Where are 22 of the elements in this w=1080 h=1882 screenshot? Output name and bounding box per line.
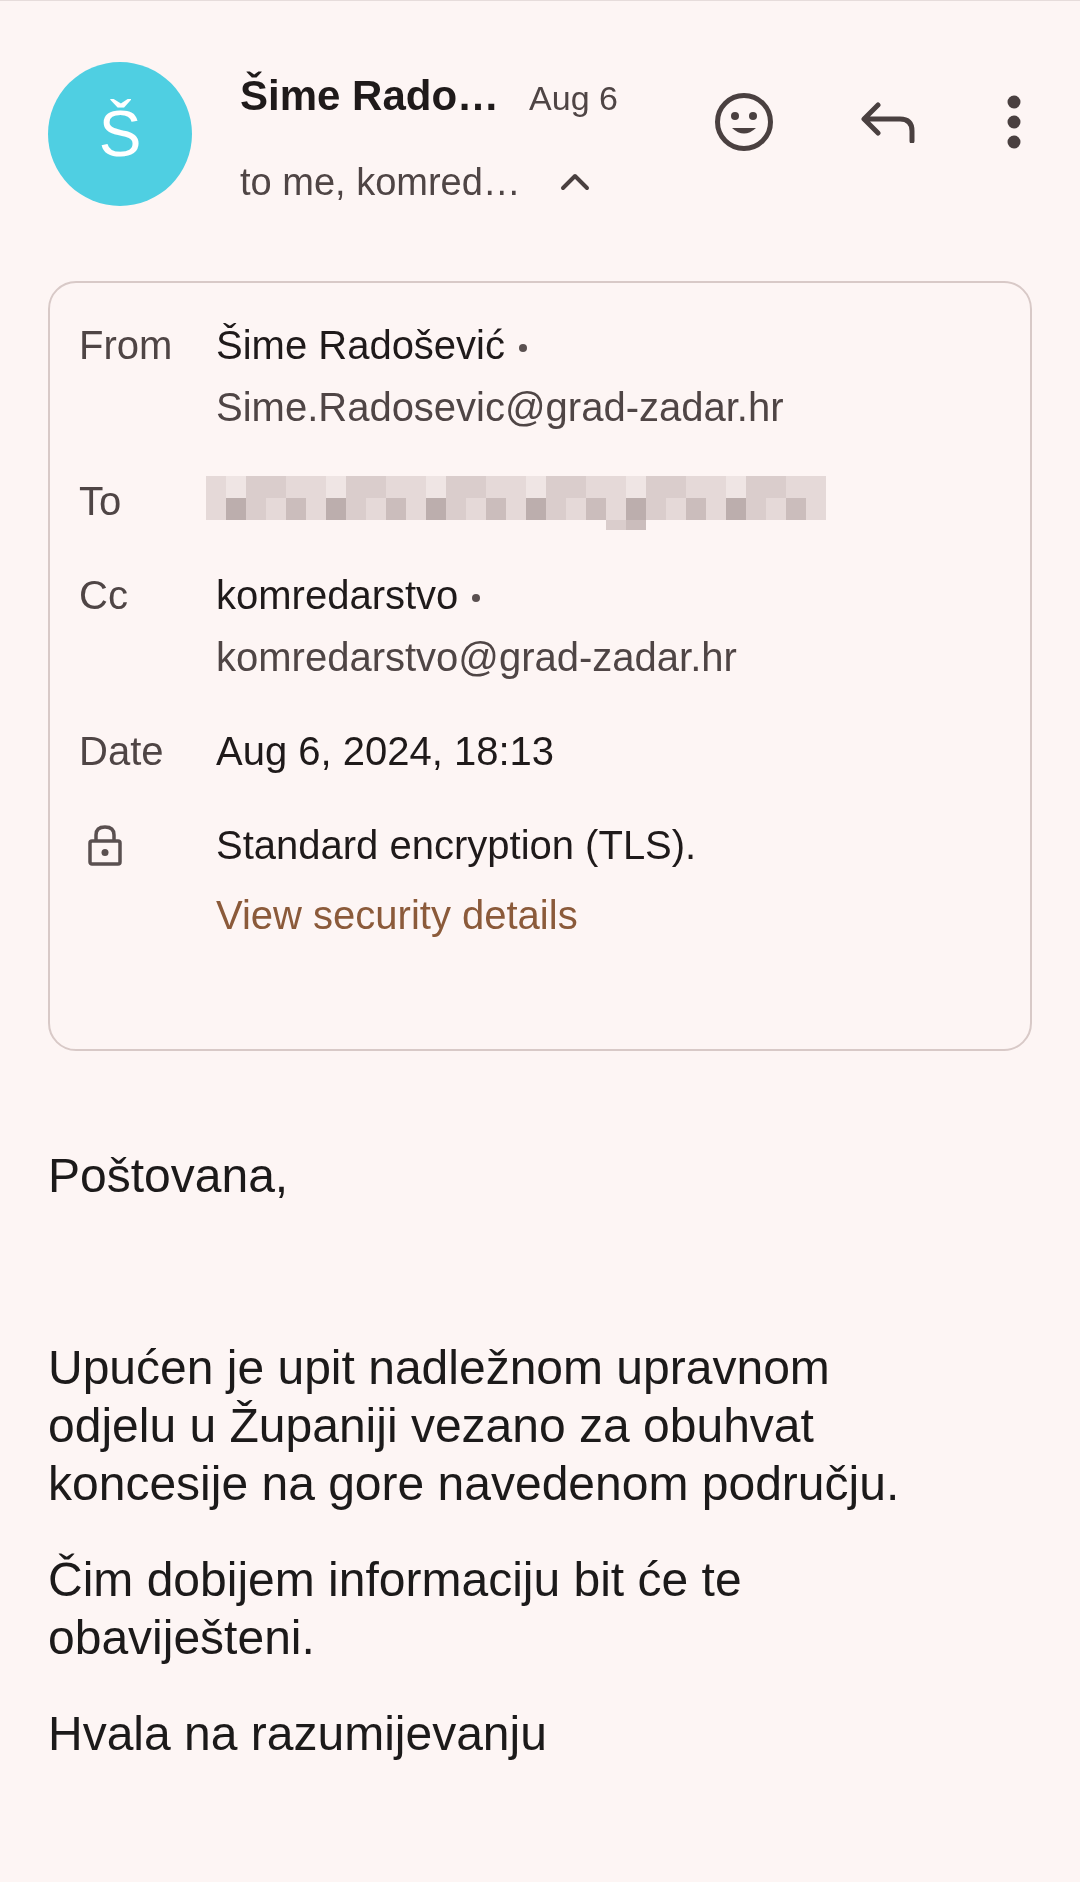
recipients-summary: to me, komred…	[240, 160, 521, 205]
message-date: Aug 6	[529, 78, 618, 119]
lock-icon	[88, 824, 122, 866]
greeting-text: Poštovana,	[48, 1148, 289, 1204]
email-address: Sime.Radosevic@grad-zadar.hr	[216, 385, 784, 429]
more-vert-icon	[1007, 95, 1021, 149]
message-paragraph: Hvala na razumijevanju	[48, 1706, 548, 1762]
field-label: Cc	[79, 572, 129, 619]
field-label: To	[79, 478, 123, 525]
email-address: komredarstvo@grad-zadar.hr	[216, 635, 737, 679]
sender-name: Šime Rado…	[240, 72, 500, 120]
smiley-icon	[714, 92, 774, 152]
field-label: From	[79, 322, 174, 369]
date-value: Aug 6, 2024, 18:13	[216, 728, 555, 775]
field-label: Date	[79, 728, 165, 775]
encryption-status: Standard encryption (TLS).	[216, 822, 697, 869]
contact-name: komredarstvo	[216, 573, 459, 617]
reply-icon	[860, 101, 916, 143]
message-paragraph: Upućen je upit nadležnom upravnom odjelu u Županiji vezano za obuhvat koncesije na gore navedenom području.	[48, 1340, 901, 1512]
security-details-link[interactable]: View security details	[216, 884, 578, 946]
message-paragraph: Čim dobijem informaciju bit će te obaviješteni.	[48, 1552, 743, 1666]
contact-name: Šime Radošević	[216, 323, 505, 367]
